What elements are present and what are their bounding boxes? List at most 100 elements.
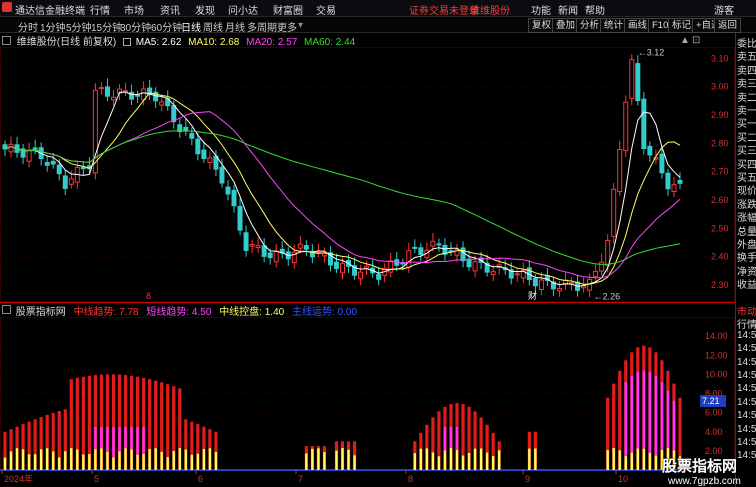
short-trend-bar [142, 426, 145, 454]
period-daily[interactable]: 日线 [181, 19, 201, 34]
period-more[interactable]: 更多 [277, 19, 297, 34]
candle-body [466, 258, 472, 268]
overlay-button[interactable]: 叠加 [552, 18, 580, 33]
candle-body [110, 96, 116, 101]
period-weekly[interactable]: 周线 [203, 19, 223, 34]
candle-body [8, 143, 14, 153]
candle-body [436, 243, 442, 246]
candle-body [68, 178, 74, 185]
short-trend-bar [100, 426, 103, 449]
candle-body [460, 247, 466, 262]
period-fenshi[interactable]: 分时 [18, 19, 38, 34]
main-y-tick: 2.60 [711, 195, 729, 205]
mid-control-bar [311, 448, 314, 470]
mid-control-bar [15, 448, 19, 470]
short-trend-bar [112, 426, 115, 458]
candlestick-chart[interactable]: 3.10 3.00 2.90 2.80 2.70 2.60 2.50 2.40 2.30 ←3.1… [0, 47, 735, 302]
menu-bangzhu[interactable]: 帮助 [585, 2, 605, 17]
short-trend-bar [130, 426, 133, 450]
short-trend-bar [136, 426, 139, 455]
mid-control-bar [184, 449, 188, 470]
indicator-chart[interactable]: 14.0012.0010.008.006.004.002.007.212024年… [0, 317, 735, 487]
candle-body [303, 245, 309, 250]
indicator-mode-icon[interactable] [2, 305, 11, 314]
account-name[interactable]: 维维股份 [470, 2, 510, 17]
mid-control-bar [636, 448, 640, 470]
mid-control-bar [497, 450, 501, 470]
mid-control-bar [112, 457, 115, 470]
mid-control-bar [606, 450, 609, 470]
short-trend-bar [648, 371, 652, 453]
menu-wenxiaoda[interactable]: 问小达 [228, 2, 258, 17]
short-trend-bar [666, 390, 670, 449]
mid-control-bar [437, 456, 441, 470]
period-5min[interactable]: 5分钟 [66, 19, 92, 34]
menu-faxian[interactable]: 发现 [195, 2, 215, 17]
period-multi[interactable]: 多周期 [247, 19, 277, 34]
analysis-button[interactable]: 分析 [576, 18, 604, 33]
mark-button[interactable]: 标记 [668, 18, 696, 33]
period-monthly[interactable]: 月线 [225, 19, 245, 34]
mid-control-bar [431, 452, 435, 470]
x-axis-label: 5 [94, 474, 99, 484]
candle-body [321, 252, 327, 257]
side-panel-item: 14:5 [737, 423, 756, 435]
mid-control-bar [214, 451, 218, 470]
main-y-tick: 2.80 [711, 138, 729, 148]
candle-body [659, 153, 665, 174]
candle-body [514, 273, 520, 276]
candle-body [195, 138, 201, 155]
main-y-tick: 2.40 [711, 252, 729, 262]
chart-up-arrow-icon[interactable]: ▲ [680, 35, 690, 46]
draw-line-button[interactable]: 画线 [624, 18, 652, 33]
event-mark[interactable]: 8 [146, 291, 151, 301]
mid-control-bar [479, 448, 483, 470]
menu-jiaoyi[interactable]: 交易 [316, 2, 336, 17]
back-button[interactable]: 返回 [714, 18, 742, 33]
more-chevron-icon[interactable]: ▾ [298, 20, 303, 31]
menu-shichang[interactable]: 市场 [124, 2, 144, 17]
period-60min[interactable]: 60分钟 [151, 19, 182, 34]
side-panel-item: 14:5 [737, 356, 756, 368]
menu-zixun[interactable]: 资讯 [160, 2, 180, 17]
period-15min[interactable]: 15分钟 [91, 19, 122, 34]
mid-control-bar [124, 448, 127, 470]
period-1min[interactable]: 1分钟 [40, 19, 66, 34]
mid-control-bar [33, 454, 37, 470]
fuquan-button[interactable]: 复权 [528, 18, 556, 33]
short-trend-bar [624, 382, 627, 457]
candle-body [26, 149, 32, 162]
candle-body [532, 278, 538, 287]
top-menu-bar: 通达信金融终端 行情 市场 资讯 发现 问小达 财富圈 交易 证券交易未登录 维… [0, 0, 756, 17]
side-panel-item: 14:5 [737, 437, 756, 448]
main-y-tick: 2.30 [711, 280, 729, 290]
mid-control-bar [58, 457, 61, 470]
mid-control-bar [642, 448, 646, 470]
mid-control-bar [45, 448, 49, 470]
mid-control-bar [528, 448, 531, 470]
stats-button[interactable]: 统计 [600, 18, 628, 33]
mid-control-bar [136, 454, 139, 470]
chart-mode-icon[interactable] [2, 36, 11, 45]
period-30min[interactable]: 30分钟 [120, 19, 151, 34]
menu-caifuquan[interactable]: 财富圈 [273, 2, 303, 17]
candle-body [418, 247, 424, 256]
guest-label[interactable]: 游客 [714, 2, 734, 17]
candle-body [490, 271, 496, 276]
menu-gongneng[interactable]: 功能 [531, 2, 551, 17]
candle-body [32, 147, 38, 150]
menu-hangqing[interactable]: 行情 [90, 2, 110, 17]
short-trend-bar [443, 426, 447, 451]
event-mark[interactable]: 财 [528, 290, 537, 301]
watermark: 股票指标网 www.7gpzb.com [662, 455, 748, 487]
candle-body [538, 279, 544, 290]
login-notice-link[interactable]: 证券交易未登录 [409, 2, 479, 17]
candle-body [267, 252, 273, 259]
mid-control-bar [21, 449, 25, 470]
quote-side-panel[interactable]: 委比 卖五 卖四 卖三 卖二 卖一 买一 买二 买三 买四 买五 现价 涨跌 涨幅 总量 外盘 换手 净资 收益 市动… [735, 33, 756, 487]
candle-body [80, 166, 86, 170]
chart-settings-icon[interactable]: ⊡ [692, 35, 700, 46]
menu-xinwen[interactable]: 新闻 [558, 2, 578, 17]
x-axis-label: 8 [408, 474, 413, 484]
ma60-line [4, 130, 681, 265]
